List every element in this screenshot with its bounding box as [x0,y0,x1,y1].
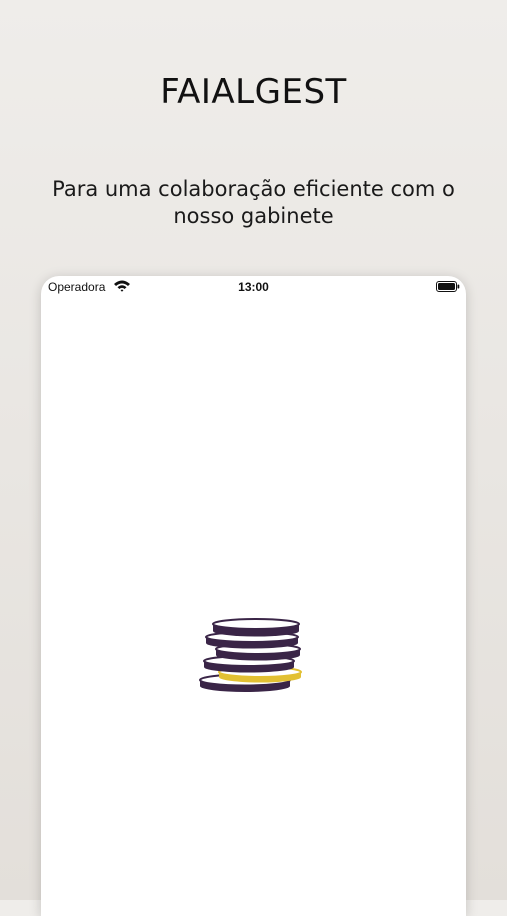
coin-stack-icon [199,618,302,692]
device-screen: Operadora 13:00 [41,276,466,916]
status-bar: Operadora 13:00 [41,276,466,298]
status-time: 13:00 [238,280,269,294]
app-subtitle: Para uma colaboração eficiente com o nos… [52,177,455,228]
app-title: FAIALGEST [160,72,347,112]
battery-icon [436,281,460,292]
